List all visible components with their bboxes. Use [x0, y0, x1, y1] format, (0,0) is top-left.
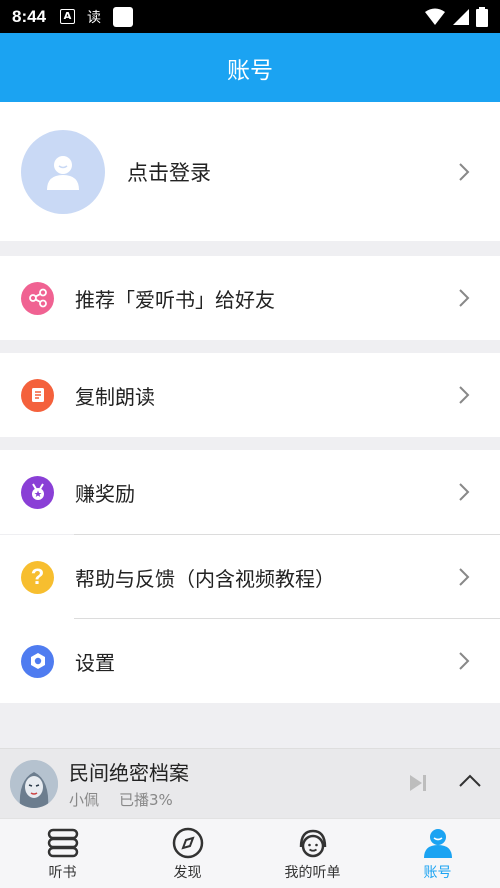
tab-label: 听书	[48, 865, 77, 881]
status-bar: 8:44 A 读	[0, 0, 500, 33]
menu-label-help: 帮助与反馈（内含视频教程）	[75, 566, 335, 591]
a-badge-icon: A	[60, 9, 76, 24]
menu-item-copy-read[interactable]: 复制朗读	[0, 353, 500, 437]
headphones-icon	[299, 829, 326, 858]
default-avatar-icon	[47, 155, 79, 190]
login-row[interactable]: 点击登录	[0, 102, 500, 241]
chevron-right-icon	[459, 386, 470, 404]
notification-square-icon	[113, 6, 134, 27]
skip-next-icon[interactable]	[408, 773, 428, 793]
tab-account[interactable]: 账号	[375, 819, 500, 888]
user-icon	[423, 829, 452, 858]
question-icon: ?	[21, 560, 54, 594]
login-label: 点击登录	[127, 160, 211, 185]
wifi-icon	[425, 8, 445, 25]
menu-label-recommend: 推荐「爱听书」给好友	[75, 287, 275, 312]
status-time: 8:44	[12, 6, 47, 26]
menu-item-help[interactable]: ? 帮助与反馈（内含视频教程）	[0, 535, 500, 619]
chevron-right-icon	[459, 652, 470, 670]
tab-label: 账号	[423, 865, 452, 881]
book-stack-icon	[47, 828, 78, 858]
menu-label-copy-read: 复制朗读	[75, 384, 155, 409]
tab-discover[interactable]: 发现	[125, 819, 250, 888]
compass-icon	[172, 827, 203, 859]
medal-icon	[21, 475, 54, 509]
player-info: 民间绝密档案 小佩 已播3%	[69, 757, 189, 810]
tab-listen-books[interactable]: 听书	[0, 819, 125, 888]
menu-label-earn-rewards: 赚奖励	[75, 481, 135, 506]
tab-label: 我的听单	[284, 865, 341, 881]
menu-label-settings: 设置	[75, 650, 115, 675]
menu-item-recommend[interactable]: 推荐「爱听书」给好友	[0, 256, 500, 340]
chevron-right-icon	[459, 289, 470, 307]
mini-player[interactable]: 民间绝密档案 小佩 已播3%	[0, 748, 500, 818]
chevron-right-icon	[459, 162, 470, 181]
signal-icon	[453, 8, 469, 25]
player-cover-image	[10, 759, 58, 808]
share-icon	[21, 281, 54, 315]
player-title: 民间绝密档案	[69, 761, 189, 785]
player-narrator: 小佩	[69, 791, 100, 809]
menu-item-settings[interactable]: 设置	[0, 619, 500, 703]
chevron-right-icon	[459, 483, 470, 501]
read-notification-icon: 读	[87, 9, 102, 26]
tab-my-playlist[interactable]: 我的听单	[250, 819, 375, 888]
menu-item-earn-rewards[interactable]: 赚奖励	[0, 450, 500, 534]
avatar	[21, 129, 105, 214]
page-title: 账号	[0, 33, 500, 102]
gear-icon	[21, 644, 54, 678]
tab-label: 发现	[173, 865, 202, 881]
chevron-right-icon	[459, 568, 470, 586]
player-subtitle: 小佩 已播3%	[69, 789, 189, 810]
status-indicators	[424, 6, 488, 27]
battery-icon	[476, 6, 488, 27]
player-progress: 已播3%	[119, 791, 173, 809]
bottom-tab-bar: 听书 发现 我的听单 账号	[0, 818, 500, 888]
chevron-up-icon[interactable]	[458, 773, 482, 789]
document-icon	[21, 378, 54, 412]
